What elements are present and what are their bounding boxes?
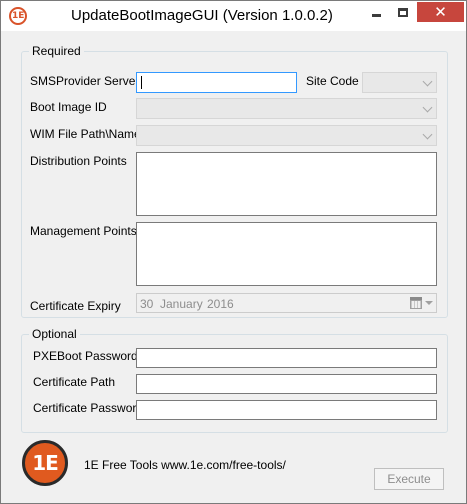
free-tools-link[interactable]: 1E Free Tools www.1e.com/free-tools/ bbox=[84, 458, 286, 472]
window-title: UpdateBootImageGUI (Version 1.0.0.2) bbox=[71, 7, 333, 24]
maximize-icon bbox=[398, 7, 408, 17]
dropdown-arrow-icon bbox=[425, 301, 433, 305]
optional-group-label: Optional bbox=[29, 327, 80, 341]
chevron-down-icon bbox=[423, 103, 433, 113]
chevron-down-icon bbox=[423, 130, 433, 140]
title-bar[interactable]: 1E UpdateBootImageGUI (Version 1.0.0.2) … bbox=[1, 1, 466, 31]
app-window: 1E UpdateBootImageGUI (Version 1.0.0.2) … bbox=[0, 0, 467, 504]
close-icon: ✕ bbox=[434, 2, 447, 21]
expiry-day: 30 bbox=[140, 297, 154, 311]
wim-path-dropdown[interactable] bbox=[136, 125, 437, 146]
expiry-year: 2016 bbox=[207, 297, 234, 311]
certificate-expiry-label: Certificate Expiry bbox=[30, 299, 121, 313]
minimize-button[interactable] bbox=[363, 2, 389, 22]
wim-path-label: WIM File Path\Name bbox=[30, 127, 141, 141]
text-caret bbox=[141, 76, 142, 89]
calendar-icon bbox=[410, 297, 422, 309]
distribution-points-label: Distribution Points bbox=[30, 154, 127, 168]
boot-image-dropdown[interactable] bbox=[136, 98, 437, 119]
required-group-label: Required bbox=[29, 44, 84, 58]
maximize-button[interactable] bbox=[390, 2, 416, 22]
chevron-down-icon bbox=[423, 77, 433, 87]
management-points-label: Management Points bbox=[30, 224, 137, 238]
certificate-password-label: Certificate Password bbox=[33, 401, 144, 415]
app-logo-icon: 1E bbox=[9, 7, 27, 25]
expiry-month: January bbox=[160, 297, 203, 311]
sms-provider-label: SMSProvider Server bbox=[30, 74, 140, 88]
pxeboot-password-input[interactable] bbox=[136, 348, 437, 368]
boot-image-label: Boot Image ID bbox=[30, 100, 107, 114]
1e-logo: 1E bbox=[22, 440, 68, 486]
certificate-path-input[interactable] bbox=[136, 374, 437, 394]
sms-provider-input[interactable] bbox=[136, 72, 297, 93]
site-code-dropdown[interactable] bbox=[362, 72, 437, 93]
minimize-icon bbox=[371, 13, 381, 17]
certificate-expiry-datepicker[interactable]: 30 January 2016 bbox=[136, 293, 437, 313]
site-code-label: Site Code bbox=[306, 74, 359, 88]
certificate-password-input[interactable] bbox=[136, 400, 437, 420]
close-button[interactable]: ✕ bbox=[417, 2, 464, 22]
certificate-path-label: Certificate Path bbox=[33, 375, 116, 389]
pxeboot-password-label: PXEBoot Password bbox=[33, 349, 138, 363]
execute-button[interactable]: Execute bbox=[374, 468, 444, 490]
management-points-input[interactable] bbox=[136, 222, 437, 286]
distribution-points-input[interactable] bbox=[136, 152, 437, 216]
